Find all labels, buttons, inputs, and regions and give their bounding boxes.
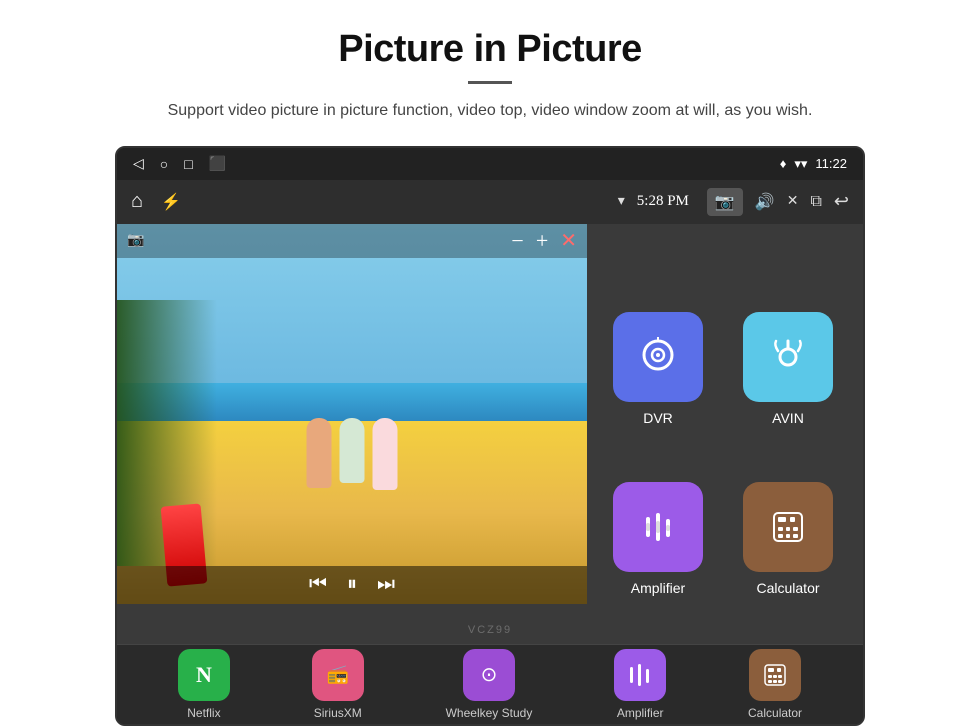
app-item-amplifier[interactable]: Amplifier (599, 460, 717, 618)
calculator-label: Calculator (756, 580, 819, 596)
bottom-app-wheelkey[interactable]: ⊙ Wheelkey Study (446, 649, 533, 720)
pip-controls: 📷 − + ✕ ⏮ ⏸ ⏭ (117, 224, 587, 604)
page-title: Picture in Picture (338, 28, 642, 71)
close-icon[interactable]: ✕ (787, 193, 799, 210)
app-item-calculator[interactable]: Calculator (729, 460, 847, 618)
bottom-app-netflix[interactable]: N Netflix (178, 649, 230, 720)
pip-icon[interactable]: ⧉ (810, 193, 821, 211)
pip-video-overlay: 📷 − + ✕ ⏮ ⏸ ⏭ (117, 224, 587, 604)
calculator-sm-label: Calculator (748, 706, 802, 720)
page-subtitle: Support video picture in picture functio… (168, 98, 813, 124)
prev-button[interactable]: ⏮ (309, 573, 327, 596)
status-bar-nav: ◁ ○ □ ⬛ (133, 155, 226, 172)
main-content: 📷 − + ✕ ⏮ ⏸ ⏭ (117, 224, 863, 644)
dvr-label: DVR (643, 410, 673, 426)
pip-size-controls: − + ✕ (511, 228, 577, 253)
pip-video-container: 📷 − + ✕ ⏮ ⏸ ⏭ (117, 224, 587, 604)
usb-icon[interactable]: ⚡ (161, 192, 181, 212)
home-icon[interactable]: ⌂ (131, 190, 143, 213)
dvr-icon (613, 312, 703, 402)
pip-plus-button[interactable]: + (536, 230, 548, 252)
watermark: VCZ99 (468, 624, 512, 636)
status-time: 11:22 (815, 156, 847, 171)
bottom-app-amplifier[interactable]: Amplifier (614, 649, 666, 720)
next-button[interactable]: ⏭ (377, 573, 395, 596)
amplifier-sm-label: Amplifier (617, 706, 664, 720)
pip-camera-icon: 📷 (127, 232, 144, 249)
status-bar-indicators: ♦ ▾▾ 11:22 (780, 156, 847, 172)
calculator-sm-icon (749, 649, 801, 701)
location-icon: ♦ (780, 156, 787, 171)
bottom-app-strip: N Netflix 📻 SiriusXM ⊙ Wheelkey Study (117, 644, 863, 724)
recent-nav-icon[interactable]: □ (184, 156, 192, 172)
device-frame: ◁ ○ □ ⬛ ♦ ▾▾ 11:22 ⌂ ⚡ ▾ 5:28 PM 📷 🔊 (115, 146, 865, 726)
home-nav-icon[interactable]: ○ (160, 156, 168, 172)
amplifier-label: Amplifier (631, 580, 685, 596)
control-bar-left: ⌂ ⚡ (131, 190, 181, 213)
title-divider (468, 81, 512, 84)
netflix-label: Netflix (187, 706, 220, 720)
app-grid: DVR AVIN (583, 274, 863, 634)
amplifier-sm-icon (614, 649, 666, 701)
screenshot-icon[interactable]: ⬛ (209, 155, 226, 172)
bottom-app-siriusxm[interactable]: 📻 SiriusXM (312, 649, 364, 720)
control-bar-right: ▾ 5:28 PM 📷 🔊 ✕ ⧉ ↩ (618, 188, 849, 216)
app-item-dvr[interactable]: DVR (599, 290, 717, 448)
netflix-icon: N (178, 649, 230, 701)
back-icon[interactable]: ↩ (834, 191, 849, 212)
camera-button[interactable]: 📷 (707, 188, 743, 216)
calculator-icon (743, 482, 833, 572)
wheelkey-icon: ⊙ (463, 649, 515, 701)
siriusxm-label: SiriusXM (314, 706, 362, 720)
wifi-status-icon: ▾▾ (794, 156, 807, 172)
pip-minus-button[interactable]: − (511, 230, 523, 252)
bottom-app-calculator[interactable]: Calculator (748, 649, 802, 720)
control-bar: ⌂ ⚡ ▾ 5:28 PM 📷 🔊 ✕ ⧉ ↩ (117, 180, 863, 224)
status-bar: ◁ ○ □ ⬛ ♦ ▾▾ 11:22 (117, 148, 863, 180)
volume-icon[interactable]: 🔊 (755, 192, 775, 212)
play-button[interactable]: ⏸ (347, 573, 357, 596)
wheelkey-label: Wheelkey Study (446, 706, 533, 720)
avin-label: AVIN (772, 410, 804, 426)
control-time: 5:28 PM (637, 193, 689, 210)
wifi-control-icon: ▾ (618, 193, 625, 210)
amplifier-icon (613, 482, 703, 572)
pip-playback-controls: ⏮ ⏸ ⏭ (117, 566, 587, 604)
back-nav-icon[interactable]: ◁ (133, 155, 144, 172)
avin-icon (743, 312, 833, 402)
pip-top-bar: 📷 − + ✕ (117, 224, 587, 258)
pip-close-button[interactable]: ✕ (560, 228, 577, 253)
siriusxm-icon: 📻 (312, 649, 364, 701)
app-item-avin[interactable]: AVIN (729, 290, 847, 448)
